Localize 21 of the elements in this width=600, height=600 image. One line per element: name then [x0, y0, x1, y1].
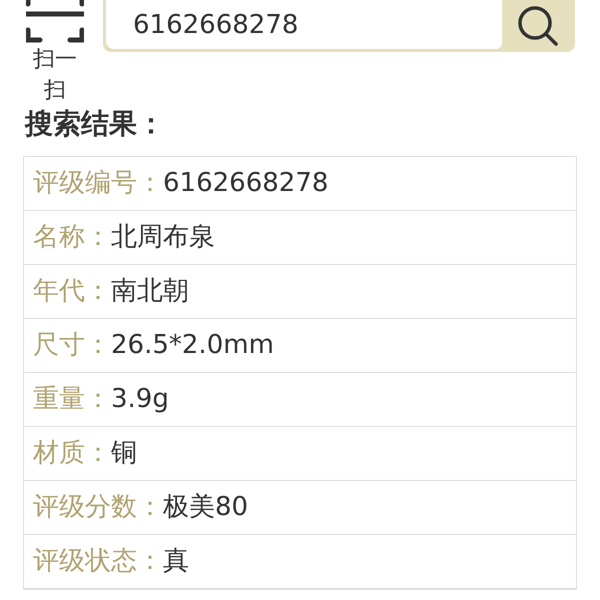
- field-value: 真: [163, 545, 189, 578]
- field-value: 铜: [111, 437, 137, 470]
- scan-icon: [26, 0, 84, 44]
- field-value: 26.5*2.0mm: [111, 329, 274, 362]
- field-label: 评级编号：: [33, 167, 163, 200]
- field-label: 年代：: [33, 275, 111, 308]
- scan-button[interactable]: 扫一扫: [25, 0, 85, 106]
- field-label: 名称：: [33, 221, 111, 254]
- field-label: 评级分数：: [33, 491, 163, 524]
- results-title: 搜索结果：: [23, 106, 166, 142]
- field-value: 极美80: [163, 491, 248, 524]
- field-label: 评级状态：: [33, 545, 163, 578]
- field-label: 材质：: [33, 437, 111, 470]
- field-value: 南北朝: [111, 275, 189, 308]
- field-label: 重量：: [33, 383, 111, 416]
- field-value: 3.9g: [111, 383, 169, 416]
- field-label: 尺寸：: [33, 329, 111, 362]
- search-icon: [516, 5, 560, 47]
- search-field[interactable]: 6162668278: [106, 0, 502, 49]
- field-value: 6162668278: [163, 167, 328, 200]
- field-value: 北周布泉: [111, 221, 215, 254]
